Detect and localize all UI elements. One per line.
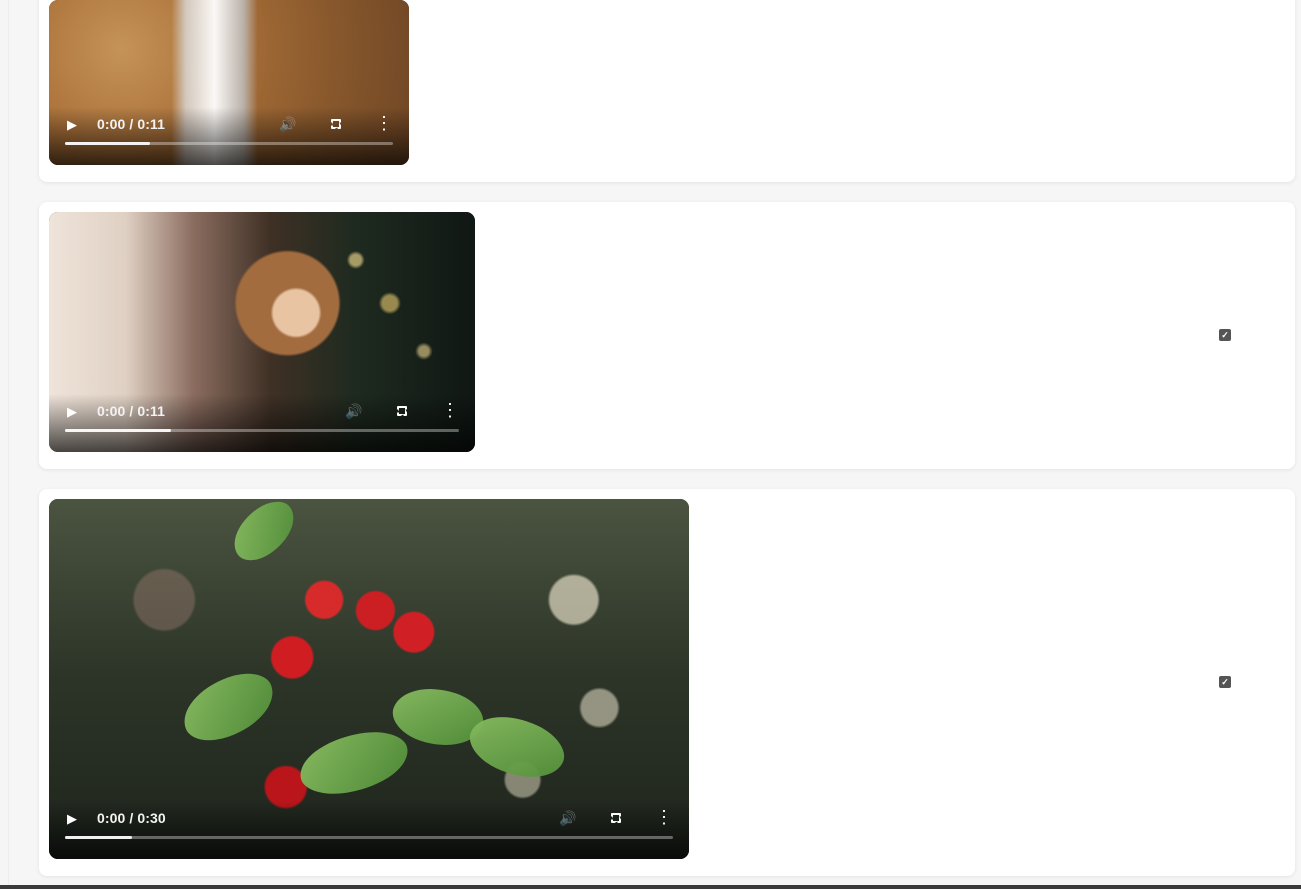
leaf-shape bbox=[174, 664, 283, 750]
time-label: 0:00 / 0:11 bbox=[97, 403, 166, 419]
fullscreen-icon[interactable] bbox=[607, 809, 625, 827]
progress-fill bbox=[65, 142, 151, 145]
volume-icon[interactable]: 🔊 bbox=[279, 115, 297, 133]
volume-icon[interactable]: 🔊 bbox=[345, 402, 363, 420]
progress-track[interactable] bbox=[65, 142, 393, 145]
progress-track[interactable] bbox=[65, 429, 459, 432]
more-vert-icon[interactable]: ⋮ bbox=[375, 114, 393, 132]
more-vert-icon[interactable]: ⋮ bbox=[655, 808, 673, 826]
video-player-2[interactable]: ▶ 0:00 / 0:11 🔊 ⋮ bbox=[49, 212, 475, 452]
video-controls: ▶ 0:00 / 0:30 🔊 ⋮ bbox=[65, 808, 673, 828]
video-player-3[interactable]: ▶ 0:00 / 0:30 🔊 ⋮ bbox=[49, 499, 689, 859]
video-controls: ▶ 0:00 / 0:11 🔊 ⋮ bbox=[65, 114, 393, 134]
play-icon[interactable]: ▶ bbox=[65, 117, 79, 131]
time-label: 0:00 / 0:11 bbox=[97, 116, 166, 132]
progress-fill bbox=[65, 429, 172, 432]
progress-track[interactable] bbox=[65, 836, 673, 839]
video-card-2: ▶ 0:00 / 0:11 🔊 ⋮ ✓ bbox=[39, 202, 1295, 469]
progress-fill bbox=[65, 836, 132, 839]
video-player-1[interactable]: ▶ 0:00 / 0:11 🔊 ⋮ bbox=[49, 0, 409, 165]
time-label: 0:00 / 0:30 bbox=[97, 810, 166, 826]
video-controls: ▶ 0:00 / 0:11 🔊 ⋮ bbox=[65, 401, 459, 421]
play-icon[interactable]: ▶ bbox=[65, 404, 79, 418]
more-vert-icon[interactable]: ⋮ bbox=[441, 401, 459, 419]
leaf-shape bbox=[294, 725, 414, 801]
volume-icon[interactable]: 🔊 bbox=[559, 809, 577, 827]
fullscreen-icon[interactable] bbox=[393, 402, 411, 420]
play-icon[interactable]: ▶ bbox=[65, 811, 79, 825]
video-card-1: ▶ 0:00 / 0:11 🔊 ⋮ bbox=[39, 0, 1295, 182]
bottom-bar bbox=[0, 885, 1301, 889]
leaf-shape bbox=[222, 499, 306, 570]
fullscreen-icon[interactable] bbox=[327, 115, 345, 133]
video-card-3: ▶ 0:00 / 0:30 🔊 ⋮ ✓ bbox=[39, 489, 1295, 876]
checkbox-checked[interactable]: ✓ bbox=[1219, 676, 1231, 688]
page-shell: ▶ 0:00 / 0:11 🔊 ⋮ ▶ 0:00 / 0:11 🔊 ⋮ ✓ ▶ … bbox=[8, 0, 1301, 885]
checkbox-checked[interactable]: ✓ bbox=[1219, 329, 1231, 341]
